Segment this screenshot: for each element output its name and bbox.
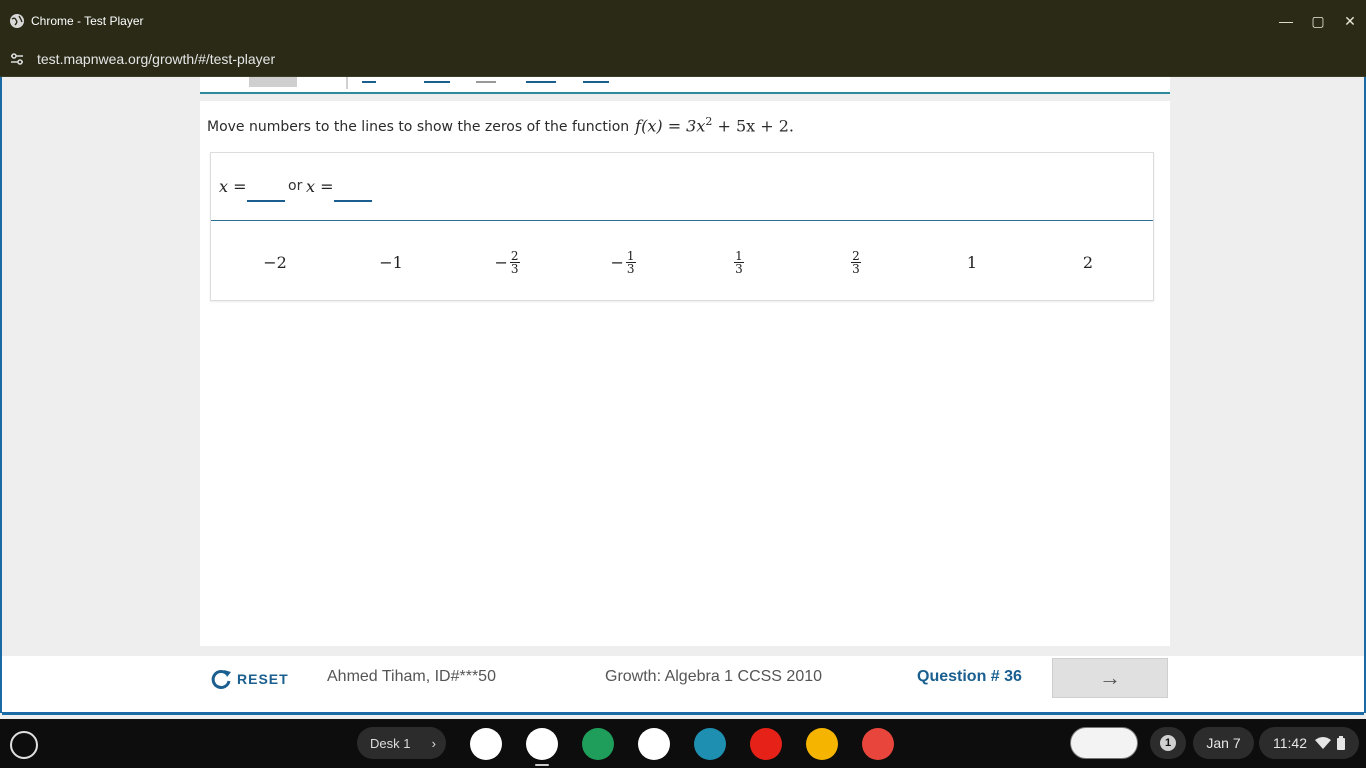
status-area[interactable]: 11:42 <box>1259 727 1359 759</box>
chevron-right-icon: › <box>431 735 436 751</box>
classroom-app-icon[interactable] <box>694 728 726 760</box>
toolbar-button[interactable] <box>249 77 297 87</box>
reset-label: RESET <box>237 671 289 687</box>
slides-app-icon[interactable] <box>806 728 838 760</box>
test-player-page: Move numbers to the lines to show the ze… <box>0 77 1366 715</box>
test-name: Growth: Algebra 1 CCSS 2010 <box>605 668 823 685</box>
footer-divider <box>2 712 1364 715</box>
prompt-text: Move numbers to the lines to show the ze… <box>207 119 630 136</box>
launcher-icon[interactable] <box>10 731 38 759</box>
phone-hub-icon[interactable] <box>1070 727 1138 759</box>
globe-icon <box>10 14 24 28</box>
notification-tray[interactable]: 1 <box>1150 727 1186 759</box>
active-app-indicator <box>535 764 549 766</box>
address-bar: test.mapnwea.org/growth/#/test-player <box>0 42 1366 77</box>
sheets-app-icon[interactable] <box>582 728 614 760</box>
date-pill[interactable]: Jan 7 <box>1193 727 1254 759</box>
tile-fraction: 13 <box>734 250 744 275</box>
fraction-numerator: 2 <box>509 248 520 263</box>
student-info: Ahmed Tiham, ID#***50 <box>327 668 496 685</box>
toolbar-tool-icon[interactable] <box>424 77 450 83</box>
toolbar-tool-icon[interactable] <box>476 77 496 83</box>
gmail-app-icon[interactable] <box>638 728 670 760</box>
youtube-app-icon[interactable] <box>750 728 782 760</box>
question-panel: Move numbers to the lines to show the ze… <box>200 101 1170 646</box>
test-toolbar <box>200 77 1170 94</box>
answer-label-1: x = <box>219 177 247 196</box>
date-text: Jan 7 <box>1206 735 1241 751</box>
close-icon[interactable]: ✕ <box>1334 13 1366 30</box>
fraction-denominator: 3 <box>510 261 519 276</box>
number-tile[interactable]: −1 3 <box>593 244 653 280</box>
toolbar-tool-icon[interactable] <box>583 77 609 83</box>
notification-count: 1 <box>1160 735 1176 751</box>
answer-row: x = or x = <box>211 153 1153 221</box>
tile-sign: − <box>494 252 508 272</box>
maximize-icon[interactable]: ▢ <box>1302 13 1334 30</box>
function-lhs: f(x) = 3x <box>635 116 706 136</box>
refresh-icon <box>211 669 231 689</box>
os-shelf: Desk 1 › 1 Jan 7 11:42 <box>0 719 1366 768</box>
test-footer: RESET Ahmed Tiham, ID#***50 Growth: Alge… <box>2 656 1364 713</box>
function-rhs: + 5x + 2. <box>712 116 795 136</box>
fraction-numerator: 2 <box>851 248 861 263</box>
url-text[interactable]: test.mapnwea.org/growth/#/test-player <box>37 51 275 67</box>
answer-area: x = or x = −2 −1−2 3−1 3 1 3 2 3 1 2 <box>210 152 1154 301</box>
tile-fraction: 23 <box>851 250 861 275</box>
answer-label-1-text: x = <box>219 177 247 196</box>
chrome-app-icon[interactable] <box>526 728 558 760</box>
number-tile[interactable]: 23 <box>826 244 886 280</box>
question-prompt: Move numbers to the lines to show the ze… <box>207 115 794 135</box>
tile-value: 2 <box>1082 252 1094 272</box>
window-titlebar: Chrome - Test Player — ▢ ✕ <box>0 0 1366 42</box>
battery-icon <box>1337 736 1345 750</box>
answer-label-2-text: x = <box>306 177 334 196</box>
answer-blank-1[interactable] <box>247 200 285 202</box>
number-tile[interactable]: −2 <box>245 244 305 280</box>
wifi-icon <box>1315 737 1331 749</box>
question-number: Question # 36 <box>917 668 1022 685</box>
tile-fraction: 23 <box>509 248 520 276</box>
canvas-app-icon[interactable] <box>862 728 894 760</box>
number-tile[interactable]: −1 <box>361 244 421 280</box>
toolbar-tool-icon[interactable] <box>526 77 556 83</box>
minimize-icon[interactable]: — <box>1270 13 1302 29</box>
number-tile[interactable]: 1 <box>942 244 1002 280</box>
reset-button[interactable]: RESET <box>210 667 289 691</box>
fraction-numerator: 1 <box>734 248 744 263</box>
fraction-numerator: 1 <box>625 248 636 263</box>
toolbar-divider <box>346 77 348 89</box>
window-title: Chrome - Test Player <box>31 14 144 28</box>
time-text: 11:42 <box>1273 735 1307 751</box>
site-settings-icon[interactable] <box>9 51 25 67</box>
number-tiles: −2 −1−2 3−1 3 1 3 2 3 1 2 <box>211 222 1153 300</box>
number-tile[interactable]: 13 <box>709 244 769 280</box>
tile-value: −1 <box>379 252 403 272</box>
fraction-denominator: 3 <box>852 261 860 276</box>
function-expression: f(x) = 3x2 + 5x + 2. <box>635 115 794 135</box>
answer-blank-2[interactable] <box>334 200 372 202</box>
number-tile[interactable]: −2 3 <box>477 244 537 280</box>
toolbar-tool-icon[interactable] <box>362 77 376 83</box>
tile-sign: − <box>610 252 624 272</box>
arrow-right-icon: → <box>1099 665 1121 690</box>
window-controls: — ▢ ✕ <box>1270 0 1366 42</box>
or-text: or <box>288 178 303 194</box>
desk-switcher[interactable]: Desk 1 › <box>357 727 446 759</box>
tile-fraction: 13 <box>625 248 636 276</box>
next-question-button[interactable]: → <box>1052 658 1168 698</box>
number-tile[interactable]: 2 <box>1058 244 1118 280</box>
fraction-denominator: 3 <box>626 261 635 276</box>
tile-value: 1 <box>966 252 978 272</box>
answer-label-2: x = <box>306 177 334 196</box>
tile-value: −2 <box>263 252 287 272</box>
desk-label: Desk 1 <box>370 735 411 751</box>
fraction-denominator: 3 <box>735 261 743 276</box>
maps-app-icon[interactable] <box>470 728 502 760</box>
